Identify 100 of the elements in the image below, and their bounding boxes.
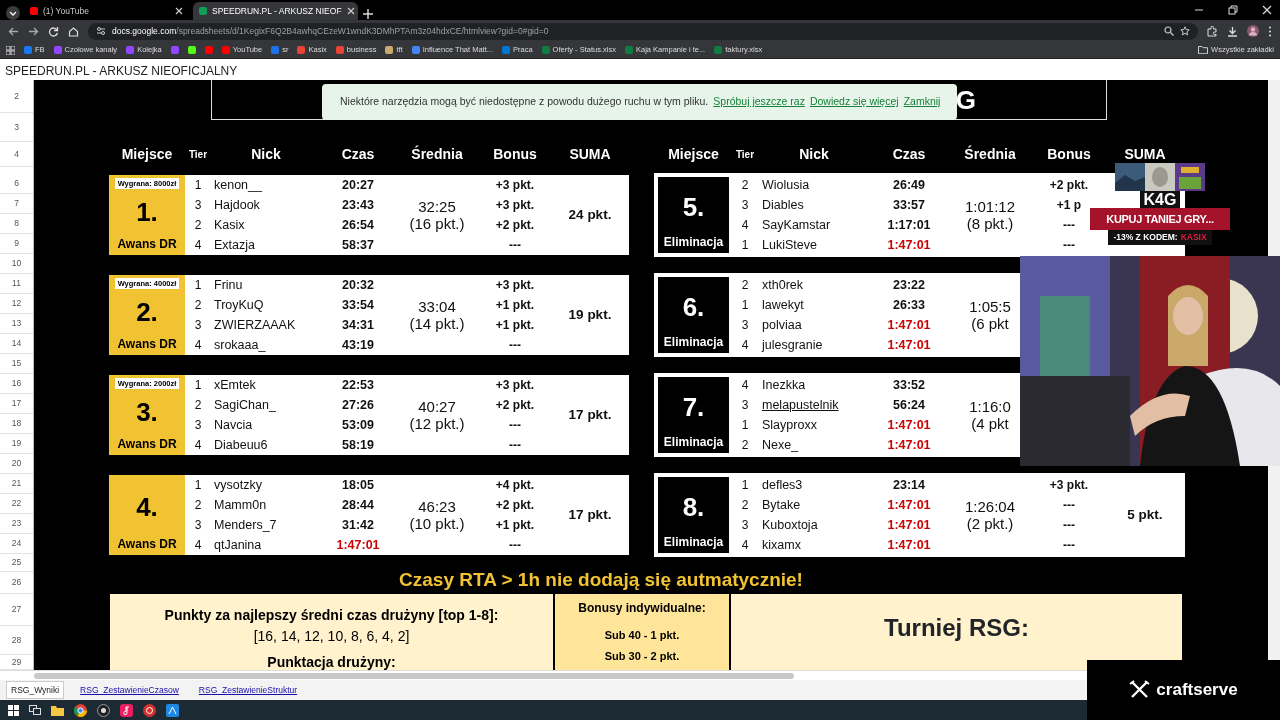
- nick-cell-text: kenon__: [213, 176, 262, 194]
- browser-tab[interactable]: (1) YouTube: [24, 2, 189, 20]
- place-number: 3.: [136, 399, 158, 426]
- target-app-icon[interactable]: [143, 703, 156, 717]
- bonus-cell-text: +2 pkt.: [494, 217, 536, 234]
- status-label: Awans DR: [117, 336, 177, 353]
- time-cell-text: 1:47:01: [886, 436, 932, 454]
- nick-cell-text: Mamm0n: [213, 496, 267, 514]
- folder-icon[interactable]: [51, 704, 64, 716]
- bonus-cell-text: ---: [508, 437, 522, 454]
- extension-icon[interactable]: [1207, 25, 1218, 37]
- close-icon[interactable]: [346, 7, 355, 15]
- time-cell-text: 23:43: [341, 196, 375, 214]
- notification-link[interactable]: Zamknij: [903, 94, 941, 110]
- notification-link[interactable]: Dowiedz się więcej: [809, 94, 899, 110]
- horizontal-scrollbar[interactable]: [34, 673, 794, 679]
- music-note-app-icon[interactable]: [120, 703, 133, 717]
- time-cell-text: 28:44: [341, 496, 375, 514]
- star-icon[interactable]: [1180, 26, 1190, 36]
- column-header: Bonus: [1046, 145, 1092, 164]
- notification-text: Niektóre narzędzia mogą być niedostępne z powodu dużego ruchu w tym pliku.: [340, 94, 709, 110]
- arrow-app-icon[interactable]: [166, 703, 179, 717]
- sheet-tab[interactable]: RSG_ZestawienieCzasow: [76, 681, 183, 699]
- bonus-cell-text: +3 pkt.: [494, 277, 536, 294]
- home-icon[interactable]: [68, 25, 79, 37]
- row-number: 19: [11, 437, 22, 450]
- row-number: 8: [14, 217, 19, 230]
- zoom-icon[interactable]: [1164, 26, 1174, 36]
- column-header: Miejsce: [120, 145, 174, 164]
- close-icon[interactable]: [1262, 5, 1272, 15]
- time-cell-text: 1:47:01: [886, 496, 932, 514]
- nick-cell-text: kixamx: [761, 536, 801, 554]
- tier-cell-text: 4: [740, 337, 750, 354]
- column-header: Nick: [250, 145, 282, 164]
- row-number: 23: [11, 517, 22, 530]
- banner-text: G: [955, 86, 976, 113]
- time-cell-text: 58:37: [341, 236, 375, 254]
- average-time: 1:01:12: [964, 197, 1015, 215]
- browser-tab[interactable]: SPEEDRUN.PL - ARKUSZ NIEOF: [193, 2, 358, 20]
- close-icon[interactable]: [175, 7, 183, 15]
- promo-label: -13% Z KODEM:: [1113, 231, 1178, 244]
- reload-icon[interactable]: [48, 25, 59, 37]
- time-cell-text: 26:49: [892, 176, 926, 194]
- apps-icon[interactable]: [6, 45, 15, 55]
- row-number: 15: [11, 357, 22, 370]
- nick-cell-text: Menders_7: [213, 516, 277, 534]
- sponsor-logo: craftserve: [1156, 679, 1238, 702]
- back-icon[interactable]: [8, 25, 19, 37]
- total-points: 19 pkt.: [568, 305, 612, 324]
- nick-cell-text: SagiChan_: [213, 396, 276, 414]
- sheet-tab[interactable]: RSG_ZestawienieStruktur: [194, 681, 302, 699]
- time-cell-text: 23:14: [892, 476, 926, 494]
- time-cell-text: 22:53: [341, 376, 375, 394]
- tier-cell-text: 3: [193, 417, 203, 434]
- tier-cell-text: 4: [193, 537, 203, 554]
- bonus-cell-text: ---: [508, 237, 522, 254]
- nick-cell-text: Inezkka: [761, 376, 806, 394]
- average-time: 1:26:04: [964, 497, 1015, 515]
- bonus-cell-text: +1 pkt.: [494, 297, 536, 314]
- bonus-cell-text: +1 p: [1055, 197, 1083, 214]
- place-number: 1.: [136, 199, 158, 226]
- bonus-cell-text: ---: [1062, 497, 1076, 514]
- bonus-cell-text: ---: [1062, 237, 1076, 254]
- new-tab-icon[interactable]: [362, 8, 374, 20]
- browser-icon[interactable]: [74, 703, 87, 717]
- status-label: Eliminacja: [663, 434, 724, 451]
- total-points: 5 pkt.: [1127, 505, 1163, 524]
- ad-logo: K4G: [1139, 191, 1181, 208]
- avatar-icon[interactable]: [1247, 25, 1259, 37]
- record-app-icon[interactable]: [97, 703, 110, 717]
- menu-icon[interactable]: [1268, 25, 1272, 37]
- tab-list-icon[interactable]: [6, 6, 20, 20]
- time-cell-text: 20:32: [341, 276, 375, 294]
- bonus-cell-text: ---: [1062, 537, 1076, 554]
- nick-cell-text: Bytake: [761, 496, 801, 514]
- nick-cell-text: julesgranie: [760, 336, 823, 354]
- task-view-icon[interactable]: [29, 705, 41, 715]
- tier-cell-text: 2: [740, 277, 750, 294]
- column-header: Tier: [187, 148, 209, 162]
- download-icon[interactable]: [1227, 25, 1238, 37]
- nick-cell-text: xEmtek: [213, 376, 256, 394]
- time-cell-text: 1:47:01: [886, 316, 932, 334]
- notification-link[interactable]: Spróbuj jeszcze raz: [713, 94, 805, 110]
- forward-icon[interactable]: [28, 25, 39, 37]
- time-cell-text: 43:19: [341, 336, 375, 354]
- row-number: 24: [11, 537, 22, 550]
- nick-cell-text: Slayproxx: [761, 416, 817, 434]
- row-number: 28: [11, 633, 22, 647]
- address-bar[interactable]: docs.google.com/spreadsheets/d/1KegixF6Q2B4awhqCEzeW1wndK3DMhPTAm3z04hdxCE/htmlview?gid=0#gid=0: [88, 22, 1198, 40]
- time-cell-text: 1:47:01: [335, 536, 381, 554]
- row-number: 18: [11, 417, 22, 430]
- restore-icon[interactable]: [1228, 5, 1238, 15]
- favicon-icon[interactable]: [187, 46, 196, 54]
- bonus-rule: Sub 30 - 2 pkt.: [604, 650, 680, 663]
- windows-icon[interactable]: [8, 704, 19, 716]
- sheet-tab[interactable]: RSG_Wyniki: [6, 680, 65, 700]
- column-header: Tier: [734, 148, 756, 162]
- tier-cell-text: 1: [193, 477, 203, 494]
- status-label: Eliminacja: [663, 234, 724, 251]
- time-cell-text: 56:24: [892, 396, 926, 414]
